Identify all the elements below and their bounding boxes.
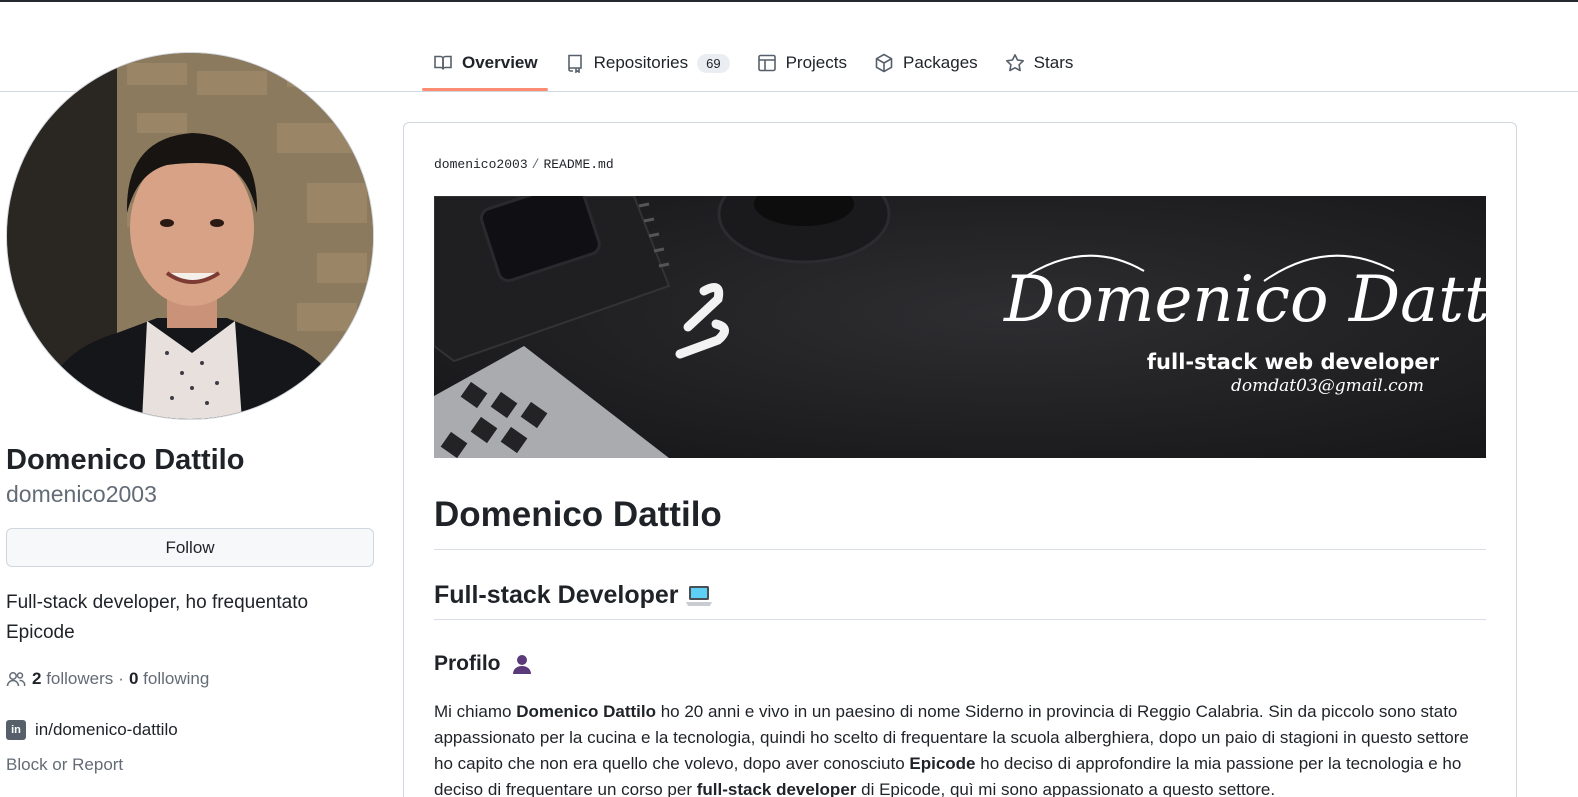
breadcrumb-separator: / [531,157,540,172]
profile-username: domenico2003 [6,481,157,507]
linkedin-icon: in [6,720,26,740]
tab-label: Projects [785,53,847,72]
readme-breadcrumb: domenico2003/README.md [434,157,614,172]
banner-signature: Domenico Dattilo [1003,263,1486,337]
star-icon [1004,52,1026,74]
laptop-emoji-icon [685,584,713,608]
repositories-counter: 69 [697,53,730,73]
profile-bio: Full-stack developer, ho frequentato Epi… [6,592,309,643]
following-link[interactable]: 0 following [129,669,209,689]
readme-heading-1: Domenico Dattilo [434,495,722,534]
follow-button[interactable]: Follow [6,528,374,567]
tab-label: Repositories [593,53,689,72]
tab-stars[interactable]: Stars [994,38,1084,88]
package-icon [873,52,895,74]
book-icon [432,52,454,74]
heading-2-text: Full-stack Developer [434,581,679,609]
heading-3-text: Profilo [434,652,501,675]
profile-paragraph: Mi chiamo Domenico Dattilo ho 20 anni e … [434,702,1469,797]
tab-overview[interactable]: Overview [422,38,548,91]
profile-name: Domenico Dattilo [6,444,245,476]
tab-packages[interactable]: Packages [863,38,988,88]
avatar[interactable] [6,52,374,420]
banner-email: domdat03@gmail.com [1231,376,1424,396]
follow-stats: 2 followers · 0 following [6,667,209,691]
readme-file-link[interactable]: README.md [543,157,613,172]
block-or-report-link[interactable]: Block or Report [6,755,123,775]
linkedin-link[interactable]: in in/domenico-dattilo [6,718,178,742]
linkedin-handle: in/domenico-dattilo [35,720,178,739]
following-count: 0 [128,669,139,688]
followers-count: 2 [32,669,42,688]
readme-box: domenico2003/README.md Domenico Dat full… [403,122,1517,797]
tab-label: Packages [903,53,978,72]
readme-heading-2: Full-stack Developer [434,581,713,610]
table-icon [756,52,778,74]
readme-heading-3: Profilo [434,652,533,676]
top-rule [0,0,1578,2]
tab-repositories[interactable]: Repositories 69 [554,38,740,88]
readme-banner-image: Domenico Dattilo full-stack web develope… [434,196,1486,458]
readme-owner-link[interactable]: domenico2003 [434,157,528,172]
heading-divider [434,619,1486,620]
tab-projects[interactable]: Projects [746,38,857,88]
separator-dot: · [118,669,124,688]
followers-label: followers [46,669,114,688]
tab-label: Stars [1033,53,1074,72]
followers-link[interactable]: 2 followers [32,669,113,689]
people-icon [6,670,26,688]
profile-tabs: Overview Repositories 69 Projects Packag… [422,38,1089,92]
person-silhouette-icon [511,653,533,675]
heading-divider [434,549,1486,550]
tab-label: Overview [462,53,538,72]
following-label: following [143,669,210,688]
repo-icon [564,52,586,74]
banner-role: full-stack web developer [1147,350,1440,374]
